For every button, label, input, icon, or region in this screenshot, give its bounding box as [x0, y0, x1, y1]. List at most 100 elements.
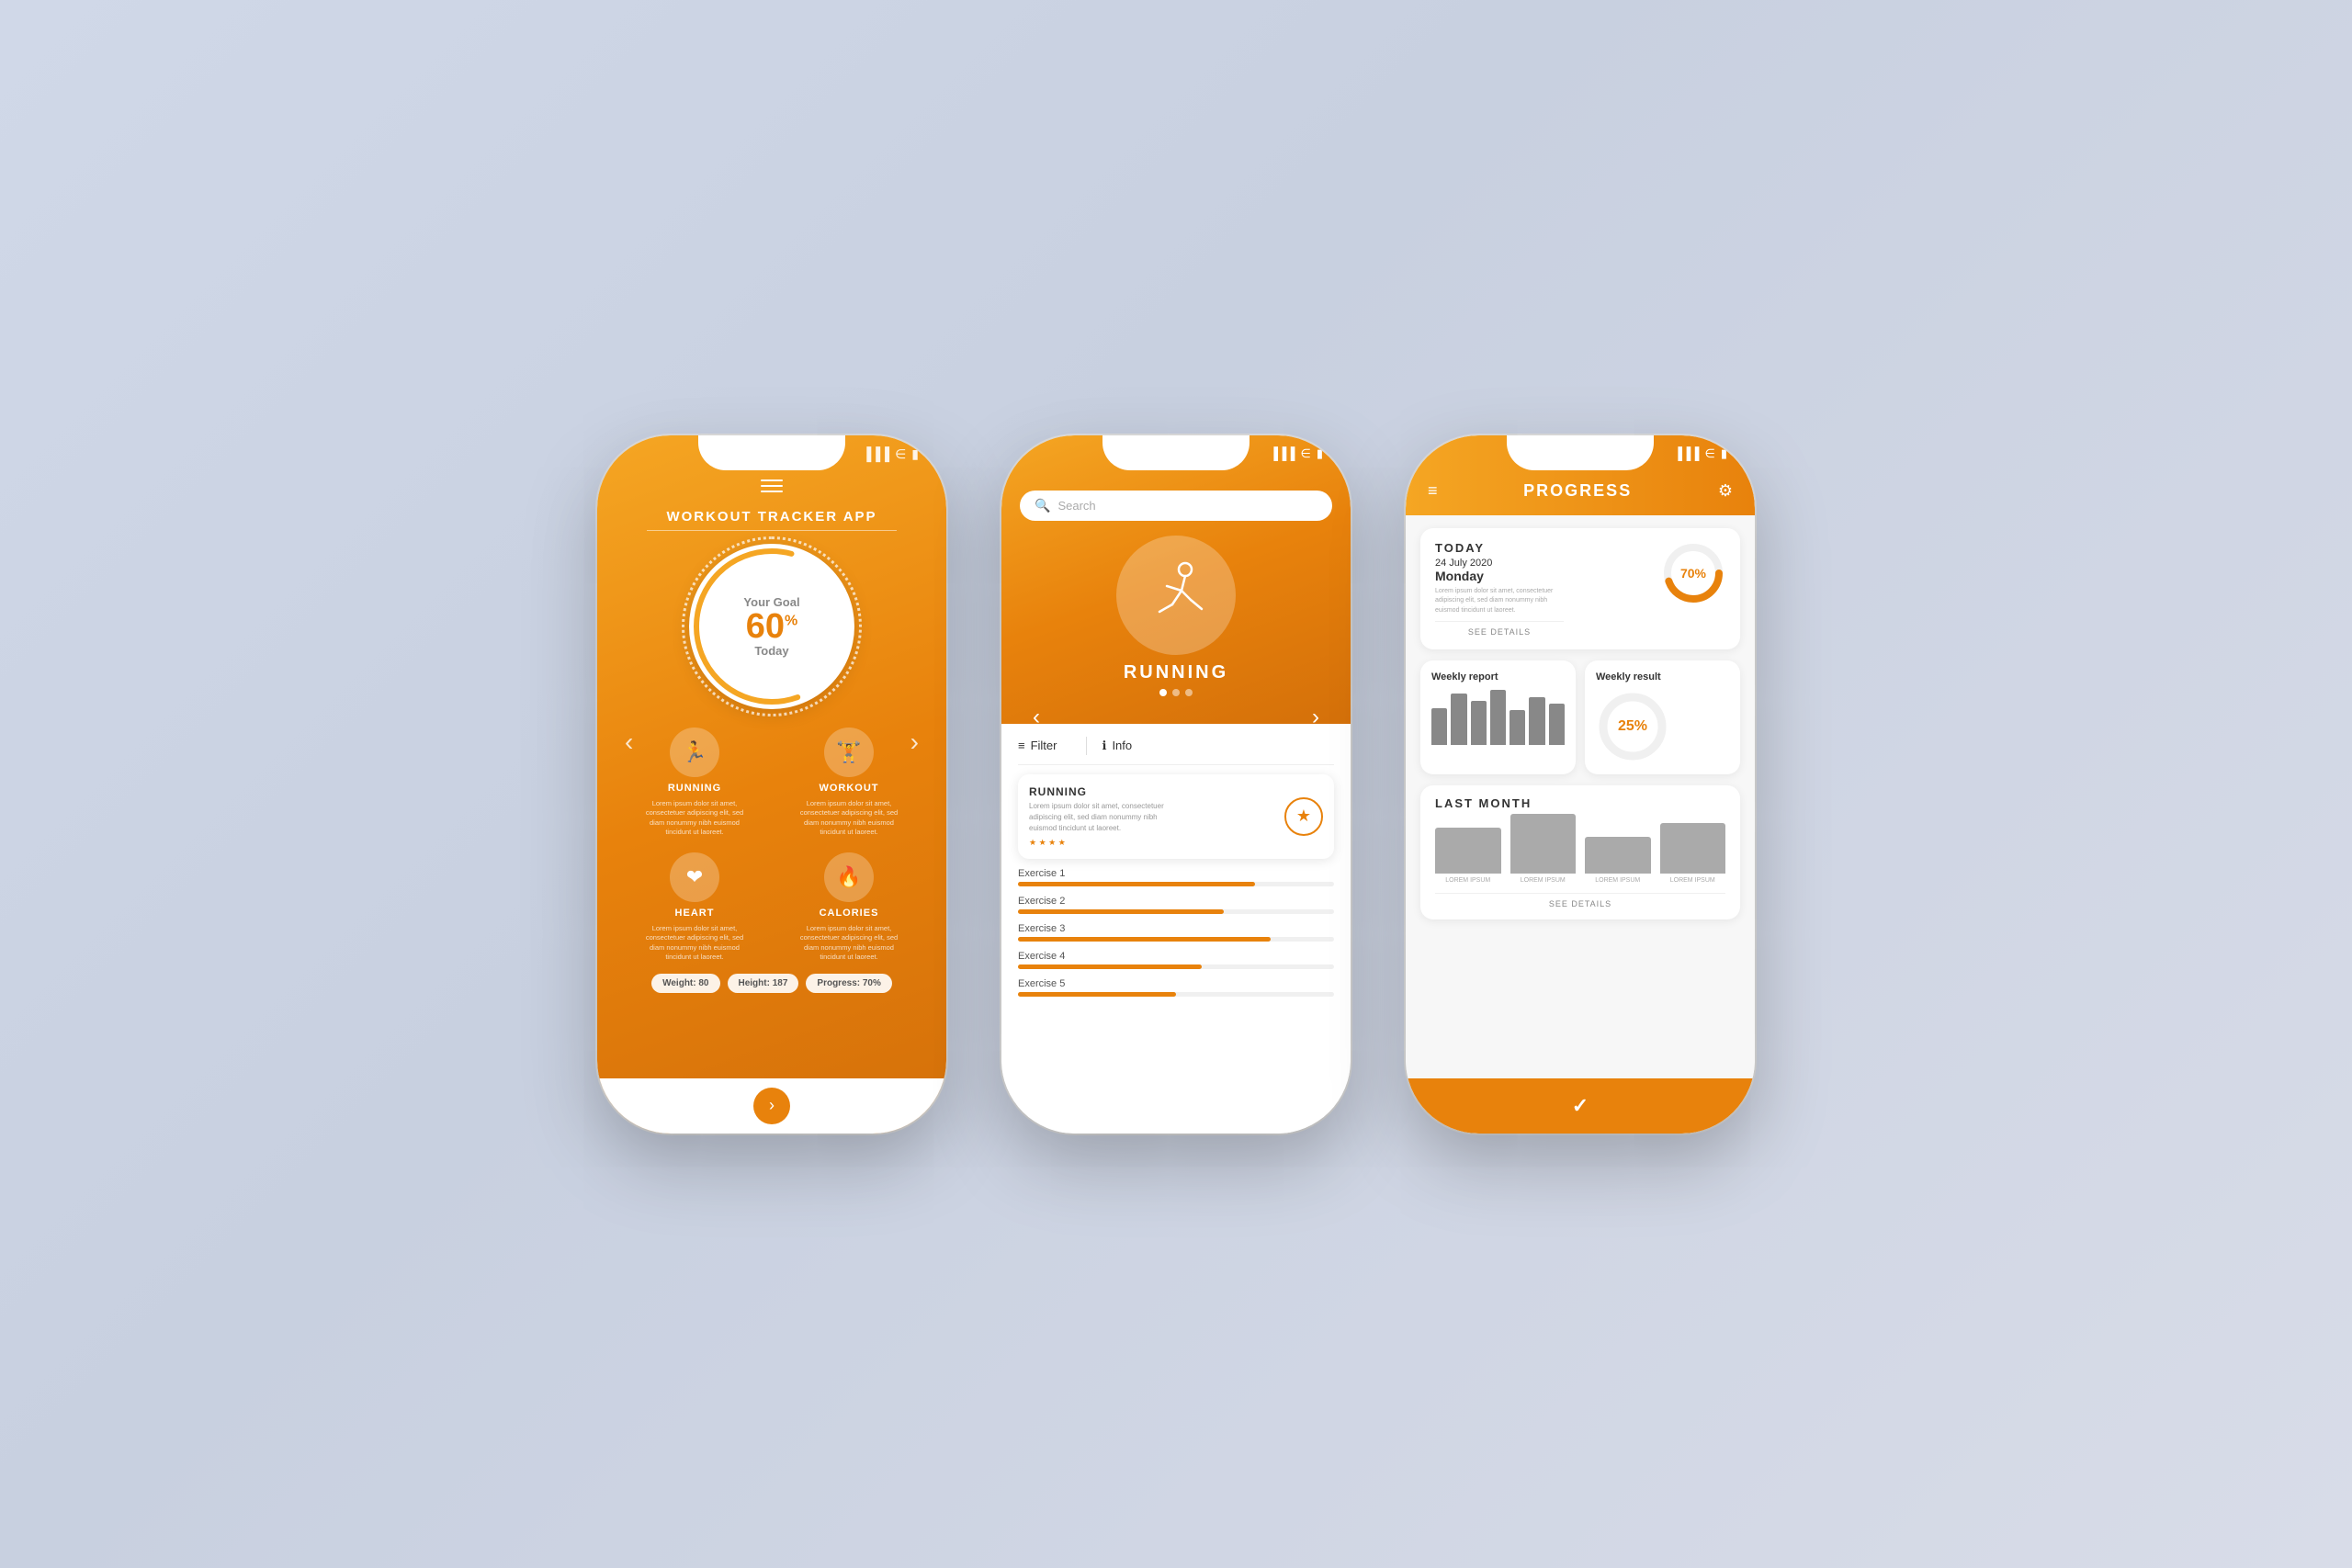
exercise-2: Exercise 2 — [1018, 896, 1334, 914]
phone3-bottom-bar[interactable]: ✓ — [1406, 1078, 1755, 1134]
battery-icon: ▮ — [911, 446, 919, 462]
exercise-2-bar-fill — [1018, 909, 1224, 914]
heart-label: HEART — [675, 908, 715, 919]
hamburger-menu[interactable] — [761, 479, 783, 492]
today-see-details[interactable]: SEE DETAILS — [1435, 621, 1564, 637]
exercise-3: Exercise 3 — [1018, 923, 1334, 942]
weekly-row: Weekly report — [1420, 660, 1740, 774]
today-percent: 70% — [1680, 566, 1706, 581]
today-heading: TODAY — [1435, 541, 1564, 555]
workout-label: WORKOUT — [819, 783, 878, 794]
weekly-result-percent: 25% — [1618, 718, 1647, 735]
filter-icon: ≡ — [1018, 739, 1025, 752]
heart-desc: Lorem ipsum dolor sit amet, consectetuer… — [639, 924, 750, 963]
heart-icon: ❤ — [670, 852, 719, 902]
bar-1 — [1431, 708, 1447, 745]
exercise-5-label: Exercise 5 — [1018, 978, 1334, 989]
icon-calories: 🔥 CALORIES Lorem ipsum dolor sit amet, c… — [779, 852, 919, 963]
month-bar-group-1: LOREM IPSUM — [1435, 828, 1501, 884]
month-bar-4 — [1660, 823, 1726, 874]
exercise-1-label: Exercise 1 — [1018, 868, 1334, 879]
running-card-title: RUNNING — [1029, 785, 1176, 798]
battery-icon-3: ▮ — [1721, 446, 1727, 461]
dot-2 — [1172, 689, 1180, 696]
status-bar-1: ▐▐▐ ∈ ▮ — [862, 446, 919, 462]
today-date: 24 July 2020 — [1435, 558, 1564, 569]
exercise-1-bar-fill — [1018, 882, 1255, 886]
signal-icon: ▐▐▐ — [862, 446, 889, 461]
last-month-see-details[interactable]: SEE DETAILS — [1435, 893, 1725, 908]
nav-left-arrow[interactable]: ‹ — [625, 728, 633, 757]
signal-icon-3: ▐▐▐ — [1674, 446, 1700, 461]
phone1-screen: ▐▐▐ ∈ ▮ WORKOUT TRACKER APP ‹ — [597, 435, 946, 1134]
nav-right-arrow[interactable]: › — [910, 728, 919, 757]
phone3-content: TODAY 24 July 2020 Monday Lorem ipsum do… — [1406, 515, 1755, 1078]
hamburger-line-1 — [761, 479, 783, 481]
battery-icon-2: ▮ — [1317, 446, 1323, 461]
month-bar-group-3: LOREM IPSUM — [1585, 837, 1651, 884]
exercise-1: Exercise 1 — [1018, 868, 1334, 886]
phone-2: ▐▐▐ ∈ ▮ 🔍 Search ‹ — [1001, 435, 1351, 1134]
exercise-4: Exercise 4 — [1018, 951, 1334, 969]
calories-desc: Lorem ipsum dolor sit amet, consectetuer… — [794, 924, 904, 963]
month-bar-group-4: LOREM IPSUM — [1660, 823, 1726, 884]
running-desc: Lorem ipsum dolor sit amet, consectetuer… — [639, 799, 750, 838]
exercise-2-bar-bg — [1018, 909, 1334, 914]
bar-3 — [1471, 701, 1487, 745]
hamburger-line-2 — [761, 485, 783, 487]
activity-label: RUNNING — [1124, 662, 1228, 683]
month-bar-3 — [1585, 837, 1651, 874]
filter-bar: ≡ Filter ℹ Info — [1018, 737, 1334, 765]
running-card-desc: Lorem ipsum dolor sit amet, consectetuer… — [1029, 801, 1176, 834]
phone2-top: ▐▐▐ ∈ ▮ 🔍 Search ‹ — [1001, 435, 1351, 724]
search-bar[interactable]: 🔍 Search — [1020, 491, 1332, 521]
month-bars: LOREM IPSUM LOREM IPSUM LOREM IPSUM — [1435, 819, 1725, 884]
filter-button[interactable]: ≡ Filter — [1018, 739, 1071, 752]
chevron-down-icon: ✓ — [1572, 1094, 1589, 1118]
goal-arc-svg — [689, 544, 854, 709]
exercise-3-bar-bg — [1018, 937, 1334, 942]
phone3-header: ▐▐▐ ∈ ▮ ≡ PROGRESS ⚙ — [1406, 435, 1755, 515]
calories-icon: 🔥 — [824, 852, 874, 902]
today-donut: 70% — [1661, 541, 1725, 605]
phone3-screen: ▐▐▐ ∈ ▮ ≡ PROGRESS ⚙ TODAY 24 July 2020 — [1406, 435, 1755, 1134]
menu-icon-p3[interactable]: ≡ — [1428, 481, 1438, 501]
phone2-nav-left[interactable]: ‹ — [1033, 705, 1040, 730]
running-stars: ★ ★ ★ ★ — [1029, 838, 1176, 848]
exercise-3-bar-fill — [1018, 937, 1271, 942]
goal-circle: Your Goal 60% Today — [689, 544, 854, 709]
exercise-5: Exercise 5 — [1018, 978, 1334, 997]
exercise-4-bar-bg — [1018, 964, 1334, 969]
wifi-icon-3: ∈ — [1705, 446, 1715, 461]
workout-desc: Lorem ipsum dolor sit amet, consectetuer… — [794, 799, 904, 838]
progress-badge: Progress: 70% — [806, 974, 891, 993]
today-donut-chart: 70% — [1661, 541, 1725, 605]
phone2-nav-right[interactable]: › — [1312, 705, 1319, 730]
running-circle — [1116, 536, 1236, 655]
phones-container: ▐▐▐ ∈ ▮ WORKOUT TRACKER APP ‹ — [597, 435, 1755, 1134]
info-button[interactable]: ℹ Info — [1102, 739, 1132, 753]
month-bar-label-4: LOREM IPSUM — [1670, 877, 1715, 884]
goal-circle-outer: Your Goal 60% Today — [689, 544, 854, 709]
today-day: Monday — [1435, 569, 1564, 583]
settings-icon[interactable]: ⚙ — [1718, 481, 1733, 501]
status-bar-3: ▐▐▐ ∈ ▮ — [1674, 446, 1727, 461]
weekly-result-title: Weekly result — [1596, 671, 1729, 682]
icon-running: 🏃 RUNNING Lorem ipsum dolor sit amet, co… — [625, 728, 764, 838]
icon-heart: ❤ HEART Lorem ipsum dolor sit amet, cons… — [625, 852, 764, 963]
running-card-text: RUNNING Lorem ipsum dolor sit amet, cons… — [1029, 785, 1176, 848]
weekly-report-title: Weekly report — [1431, 671, 1565, 682]
filter-divider — [1086, 737, 1087, 755]
exercise-5-bar-bg — [1018, 992, 1334, 997]
progress-title: PROGRESS — [1523, 481, 1632, 501]
month-bar-label-2: LOREM IPSUM — [1521, 877, 1566, 884]
next-button[interactable]: › — [753, 1088, 790, 1124]
today-card-inner: TODAY 24 July 2020 Monday Lorem ipsum do… — [1435, 541, 1564, 637]
phone-1: ▐▐▐ ∈ ▮ WORKOUT TRACKER APP ‹ — [597, 435, 946, 1134]
search-icon: 🔍 — [1035, 498, 1050, 513]
signal-icon-2: ▐▐▐ — [1270, 446, 1295, 461]
exercise-2-label: Exercise 2 — [1018, 896, 1334, 907]
exercise-4-bar-fill — [1018, 964, 1202, 969]
phone2-bottom: ≡ Filter ℹ Info RUNNING Lorem ipsum dolo… — [1001, 724, 1351, 1134]
stats-bar: Weight: 80 Height: 187 Progress: 70% — [651, 974, 892, 993]
